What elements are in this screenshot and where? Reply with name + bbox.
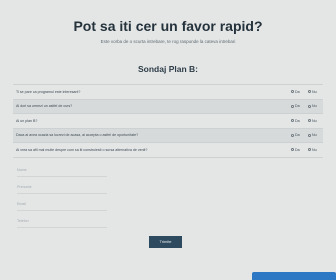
radio-button[interactable] [291, 119, 294, 123]
question-text: Ai un plan B? [16, 118, 38, 123]
radio-button[interactable] [308, 133, 311, 137]
radio-button[interactable] [291, 90, 294, 94]
submit-button[interactable]: Trimite [149, 236, 182, 248]
radio-button[interactable] [291, 104, 294, 108]
radio-button[interactable] [291, 148, 294, 152]
table-row: Ai vrea sa afli mai multe despre cum sa … [13, 142, 323, 158]
no-option[interactable]: Nu [308, 129, 317, 143]
question-text: Ai vrea sa afli mai multe despre cum sa … [16, 147, 148, 152]
survey-title: Sondaj Plan B: [138, 64, 198, 74]
question-text: Daca ai avea ocazia sa lucrezi de acasa,… [16, 133, 139, 138]
radio-button[interactable] [308, 148, 311, 152]
yes-option[interactable]: Da [291, 143, 300, 157]
yes-option[interactable]: Da [291, 100, 300, 114]
table-row: Ai un plan B? Da Nu [13, 113, 323, 128]
table-row: Ti se pare ca programul este interesant?… [13, 84, 323, 99]
yes-option[interactable]: Da [291, 129, 300, 143]
no-option[interactable]: Nu [308, 85, 317, 99]
radio-button[interactable] [308, 119, 311, 123]
radio-button[interactable] [308, 104, 311, 108]
chat-widget-tab[interactable] [252, 272, 336, 280]
table-row: Daca ai avea ocazia sa lucrezi de acasa,… [13, 127, 323, 143]
page-title: Pot sa iti cer un favor rapid? [73, 18, 263, 34]
question-text: Ai dori sa urmezi un astfel de curs? [16, 104, 73, 109]
yes-option[interactable]: Da [291, 114, 300, 128]
question-text: Ti se pare ca programul este interesant? [16, 89, 81, 94]
radio-button[interactable] [308, 90, 311, 94]
survey-table: Ti se pare ca programul este interesant?… [13, 84, 323, 158]
no-option[interactable]: Nu [308, 114, 317, 128]
phone-field[interactable]: Telefon [17, 216, 107, 228]
no-option[interactable]: Nu [308, 100, 317, 114]
yes-option[interactable]: Da [291, 85, 300, 99]
no-option[interactable]: Nu [308, 143, 317, 157]
email-field[interactable]: Email [17, 199, 107, 211]
surname-field[interactable]: Prenume [17, 182, 107, 194]
name-field[interactable]: Nume [17, 165, 107, 177]
table-row: Ai dori sa urmezi un astfel de curs? Da … [13, 98, 323, 114]
page-subtitle: Este vorba de o scurta intrebare, te rog… [100, 39, 236, 44]
radio-button[interactable] [291, 133, 294, 137]
